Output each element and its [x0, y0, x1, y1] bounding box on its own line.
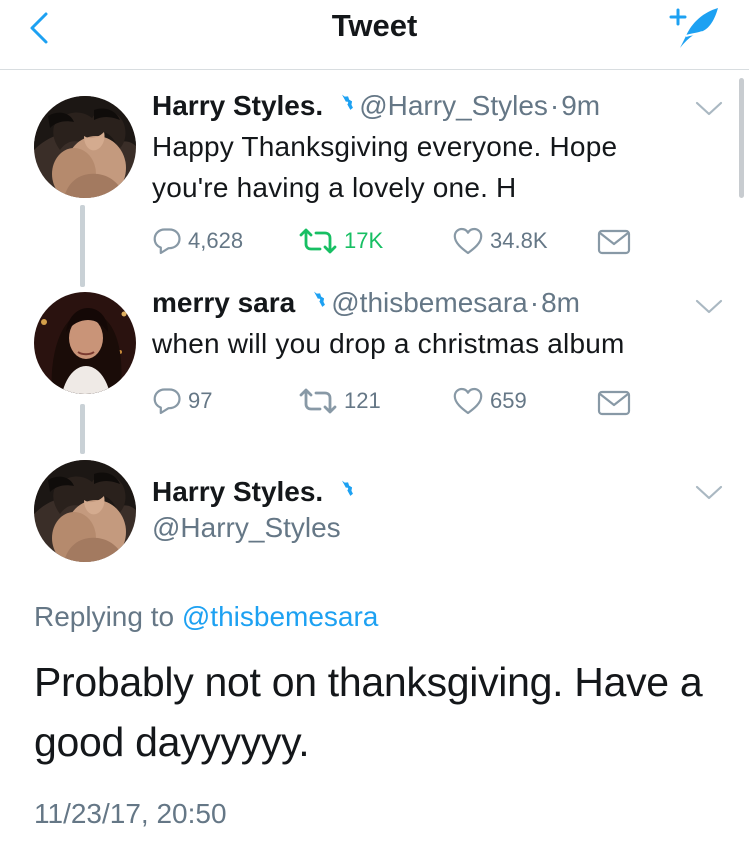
verified-badge-icon — [301, 290, 327, 316]
direct-message-button[interactable] — [597, 386, 631, 420]
tweet-1-header: Harry Styles. @Harry_Styles·9m — [152, 88, 600, 129]
envelope-icon — [597, 389, 631, 417]
display-name[interactable]: merry sara — [152, 287, 295, 318]
like-button[interactable]: 659 — [452, 384, 527, 418]
focused-tweet-name-row: Harry Styles. — [152, 474, 359, 515]
avatar-harry-styles[interactable] — [34, 96, 136, 198]
page-title: Tweet — [331, 8, 418, 43]
thread-line — [80, 205, 85, 287]
heart-icon — [452, 386, 484, 416]
like-count: 34.8K — [490, 228, 548, 253]
display-name[interactable]: Harry Styles. — [152, 476, 323, 507]
avatar-harry-styles[interactable] — [34, 460, 136, 562]
separator-dot: · — [529, 287, 540, 318]
retweet-count: 121 — [344, 388, 381, 413]
retweet-button[interactable]: 121 — [298, 384, 381, 418]
focused-tweet-handle-row: @Harry_Styles — [152, 510, 341, 551]
separator-dot: · — [549, 90, 560, 121]
like-count: 659 — [490, 388, 527, 413]
reply-icon — [152, 226, 182, 256]
tweet-2-header: merry sara @thisbemesara·8m — [152, 285, 580, 326]
reply-icon — [152, 386, 182, 416]
chevron-down-icon[interactable] — [694, 482, 724, 502]
retweet-button[interactable]: 17K — [298, 224, 383, 258]
direct-message-button[interactable] — [597, 225, 631, 259]
retweet-icon — [298, 386, 338, 416]
compose-tweet-icon[interactable] — [664, 4, 724, 52]
display-name[interactable]: Harry Styles. — [152, 90, 323, 121]
verified-badge-icon — [329, 93, 355, 119]
tweet-text-line: Happy Thanksgiving everyone. Hope — [152, 131, 618, 162]
tweet-2-text: when will you drop a christmas album — [152, 328, 625, 359]
user-handle[interactable]: @thisbemesara — [331, 287, 528, 318]
thread-line — [80, 404, 85, 454]
scrollbar[interactable] — [739, 78, 744, 198]
retweet-count: 17K — [344, 228, 384, 253]
tweet-time: 9m — [561, 90, 601, 121]
tweet-text-line: you're having a lovely one. H — [152, 172, 517, 203]
reply-count: 4,628 — [188, 228, 244, 253]
heart-icon — [452, 226, 484, 256]
reply-count: 97 — [188, 388, 213, 413]
chevron-down-icon[interactable] — [694, 98, 724, 118]
focused-tweet-text: Probably not on thanksgiving. Have a goo… — [34, 659, 703, 765]
tweet-timestamp: 11/23/17, 20:50 — [34, 798, 227, 829]
tweet-1-text: Happy Thanksgiving everyone. Hope you're… — [152, 126, 617, 208]
chevron-down-icon[interactable] — [694, 296, 724, 316]
retweet-icon — [298, 226, 338, 256]
tweet-time: 8m — [541, 287, 580, 318]
navigation-bar: Tweet — [0, 0, 749, 70]
reply-button[interactable]: 4,628 — [152, 224, 243, 258]
replying-to-mention[interactable]: @thisbemesara — [182, 601, 379, 632]
avatar-merry-sara[interactable] — [34, 292, 136, 394]
like-button[interactable]: 34.8K — [452, 224, 548, 258]
replying-to: Replying to @thisbemesara — [34, 601, 378, 633]
user-handle[interactable]: @Harry_Styles — [359, 90, 548, 121]
verified-badge-icon — [329, 479, 355, 505]
user-handle[interactable]: @Harry_Styles — [152, 512, 341, 543]
reply-button[interactable]: 97 — [152, 384, 212, 418]
replying-to-label: Replying to — [34, 601, 175, 632]
envelope-icon — [597, 228, 631, 256]
